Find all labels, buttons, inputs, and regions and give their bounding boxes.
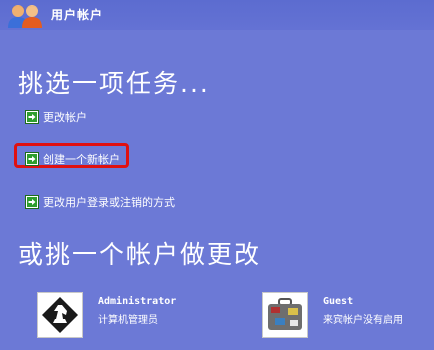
suitcase-icon xyxy=(268,298,302,330)
task-change-account[interactable]: 更改帐户 xyxy=(25,108,87,126)
task-change-logon[interactable]: 更改用户登录或注销的方式 xyxy=(25,193,175,211)
account-name: Administrator xyxy=(98,296,177,307)
green-arrow-icon xyxy=(25,195,39,209)
pick-account-heading: 或挑一个帐户做更改 xyxy=(18,240,262,269)
account-name: Guest xyxy=(323,296,354,307)
green-arrow-icon xyxy=(25,152,39,166)
task-create-account[interactable]: 创建一个新帐户 xyxy=(25,150,120,168)
task-label: 更改帐户 xyxy=(43,111,87,124)
pick-task-heading: 挑选一项任务... xyxy=(18,69,210,98)
chess-knight-icon xyxy=(42,297,78,333)
window-title: 用户帐户 xyxy=(51,8,104,22)
green-arrow-icon xyxy=(25,110,39,124)
task-label: 创建一个新帐户 xyxy=(43,153,120,166)
account-picture xyxy=(37,292,83,338)
account-guest[interactable]: Guest 来宾帐户没有启用 xyxy=(262,292,432,342)
task-label: 更改用户登录或注销的方式 xyxy=(43,196,175,209)
account-administrator[interactable]: Administrator 计算机管理员 xyxy=(37,292,207,342)
account-description: 计算机管理员 xyxy=(98,315,158,326)
account-description: 来宾帐户没有启用 xyxy=(323,315,403,326)
account-picture xyxy=(262,292,308,338)
title-bar: 用户帐户 xyxy=(0,0,434,30)
users-icon xyxy=(8,5,42,28)
